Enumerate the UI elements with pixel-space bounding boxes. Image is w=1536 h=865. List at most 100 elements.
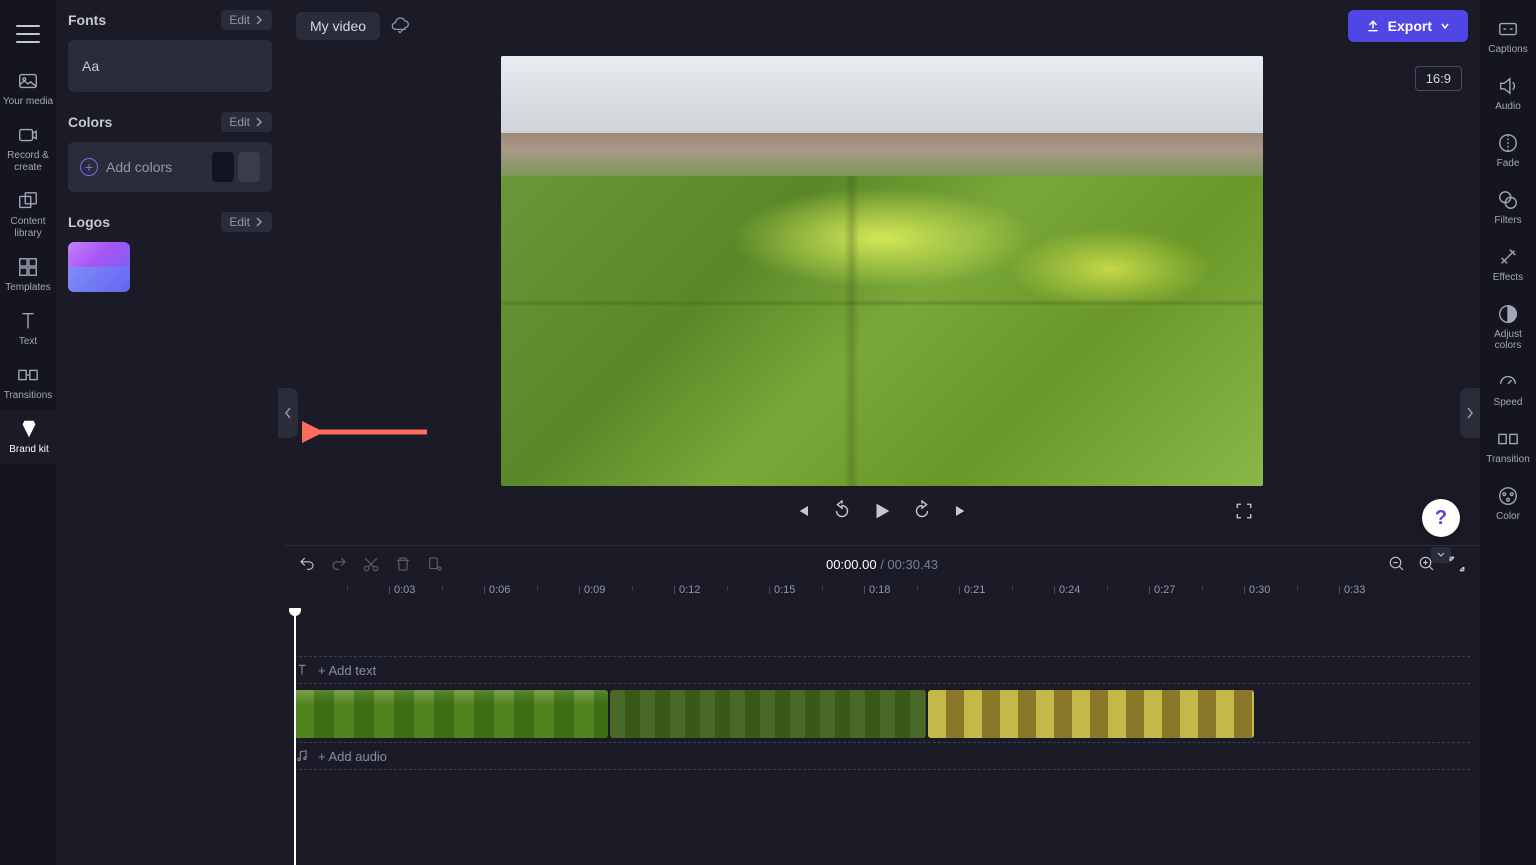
video-preview[interactable] [501, 56, 1263, 486]
fit-icon[interactable] [1448, 555, 1466, 573]
fonts-section: Fonts Edit Aa [68, 10, 272, 92]
skip-start-icon[interactable] [793, 501, 813, 521]
fade-icon [1497, 132, 1519, 154]
aspect-ratio-selector[interactable]: 16:9 [1415, 66, 1462, 91]
text-icon [294, 663, 310, 677]
plus-icon: + [80, 158, 98, 176]
cloud-sync-icon[interactable] [390, 16, 410, 36]
hamburger-menu-icon[interactable] [16, 22, 40, 46]
record-icon [17, 124, 39, 146]
effects-icon [1497, 246, 1519, 268]
collapse-right-panel-button[interactable] [1460, 388, 1480, 438]
nav-audio[interactable]: Audio [1480, 67, 1536, 120]
video-title[interactable]: My video [296, 12, 380, 40]
timeline-tracks[interactable]: + Add text + Add audio [284, 608, 1480, 865]
text-icon [17, 310, 39, 332]
timeline-ruler[interactable]: 0:030:060:090:120:150:180:210:240:270:30… [284, 582, 1480, 608]
captions-icon [1497, 18, 1519, 40]
nav-brand-kit[interactable]: Brand kit [0, 410, 56, 464]
color-swatch[interactable] [238, 152, 260, 182]
nav-filters[interactable]: Filters [1480, 181, 1536, 234]
logos-section: Logos Edit [68, 212, 272, 292]
chevron-right-icon [254, 217, 264, 227]
nav-transitions[interactable]: Transitions [0, 356, 56, 410]
redo-icon[interactable] [330, 555, 348, 573]
templates-icon [17, 256, 39, 278]
colors-section: Colors Edit + Add colors [68, 112, 272, 192]
nav-templates[interactable]: Templates [0, 248, 56, 302]
fonts-title: Fonts [68, 12, 106, 28]
nav-adjust-colors[interactable]: Adjust colors [1480, 295, 1536, 359]
timeline-toolbar: 00:00.00 / 00:30.43 [284, 546, 1480, 582]
speaker-icon [1497, 75, 1519, 97]
annotation-arrow [302, 412, 432, 452]
nav-color[interactable]: Color [1480, 477, 1536, 530]
colors-card: + Add colors [68, 142, 272, 192]
nav-record-create[interactable]: Record & create [0, 116, 56, 182]
color-icon [1497, 485, 1519, 507]
nav-fade[interactable]: Fade [1480, 124, 1536, 177]
logo-thumbnail[interactable] [68, 242, 130, 292]
time-display: 00:00.00 / 00:30.43 [826, 557, 938, 572]
chevron-down-icon [1440, 21, 1450, 31]
chevron-right-icon [1465, 406, 1475, 420]
nav-speed[interactable]: Speed [1480, 363, 1536, 416]
fonts-edit-button[interactable]: Edit [221, 10, 272, 30]
forward-10-icon[interactable] [911, 500, 933, 522]
nav-your-media[interactable]: Your media [0, 62, 56, 116]
zoom-in-icon[interactable] [1418, 555, 1436, 573]
library-icon [17, 190, 39, 212]
nav-transition-r[interactable]: Transition [1480, 420, 1536, 473]
music-icon [294, 749, 310, 763]
transition-icon [1497, 428, 1519, 450]
left-sidebar-nav: Your media Record & create Content libra… [0, 0, 56, 865]
colors-edit-button[interactable]: Edit [221, 112, 272, 132]
nav-text[interactable]: Text [0, 302, 56, 356]
logos-edit-button[interactable]: Edit [221, 212, 272, 232]
chevron-right-icon [254, 15, 264, 25]
speed-icon [1497, 371, 1519, 393]
player-controls [501, 486, 1263, 536]
brand-kit-icon [18, 418, 40, 440]
chevron-left-icon [283, 406, 293, 420]
upload-icon [1366, 19, 1380, 33]
cut-icon[interactable] [362, 555, 380, 573]
color-swatches [212, 152, 260, 182]
rewind-10-icon[interactable] [831, 500, 853, 522]
nav-effects[interactable]: Effects [1480, 238, 1536, 291]
color-swatch[interactable] [212, 152, 234, 182]
preview-area: 16:9 ? [284, 52, 1480, 545]
zoom-out-icon[interactable] [1388, 555, 1406, 573]
nav-content-library[interactable]: Content library [0, 182, 56, 248]
top-bar: My video Export [284, 0, 1480, 52]
playhead[interactable] [294, 608, 296, 865]
video-clip[interactable] [294, 690, 608, 738]
font-sample-card[interactable]: Aa [68, 40, 272, 92]
media-icon [17, 70, 39, 92]
trash-icon[interactable] [394, 555, 412, 573]
main-area: My video Export 16:9 ? [284, 0, 1480, 865]
video-clip[interactable] [928, 690, 1254, 738]
filters-icon [1497, 189, 1519, 211]
skip-end-icon[interactable] [951, 501, 971, 521]
colors-title: Colors [68, 114, 112, 130]
adjust-icon [1497, 303, 1519, 325]
collapse-panel-button[interactable] [278, 388, 298, 438]
help-button[interactable]: ? [1422, 499, 1460, 537]
text-track-lane[interactable]: + Add text [294, 656, 1470, 684]
split-icon[interactable] [426, 555, 444, 573]
video-track [294, 690, 1470, 738]
logos-title: Logos [68, 214, 110, 230]
add-colors-button[interactable]: + Add colors [80, 158, 172, 176]
chevron-right-icon [254, 117, 264, 127]
right-sidebar-nav: Captions Audio Fade Filters Effects Adju… [1480, 0, 1536, 865]
brand-kit-panel: Fonts Edit Aa Colors Edit + Add colors L… [56, 0, 284, 865]
nav-captions[interactable]: Captions [1480, 10, 1536, 63]
fullscreen-icon[interactable] [1235, 502, 1253, 520]
undo-icon[interactable] [298, 555, 316, 573]
play-icon[interactable] [871, 500, 893, 522]
export-button[interactable]: Export [1348, 10, 1468, 42]
timeline-panel: 00:00.00 / 00:30.43 0:030:060:090:120:15… [284, 545, 1480, 865]
video-clip[interactable] [610, 690, 926, 738]
audio-track-lane[interactable]: + Add audio [294, 742, 1470, 770]
